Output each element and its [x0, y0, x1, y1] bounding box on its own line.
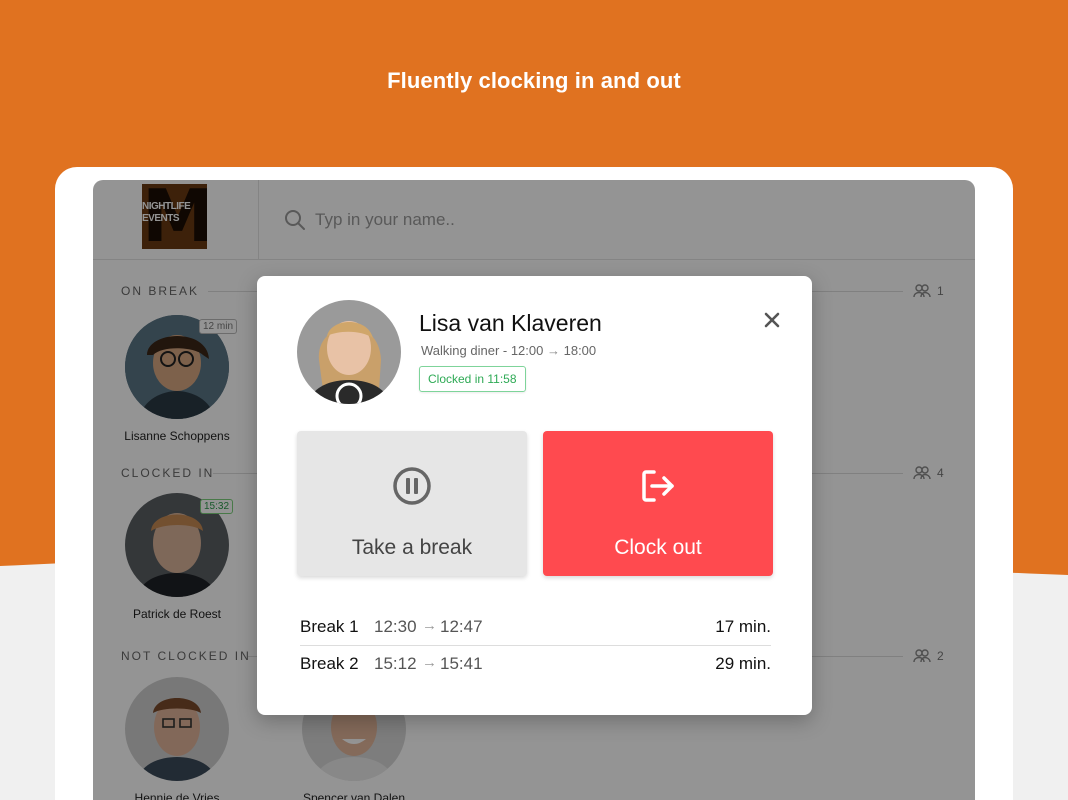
- close-icon[interactable]: [762, 310, 782, 330]
- arrow-right-icon: →: [546, 343, 560, 358]
- page-headline: Fluently clocking in and out: [387, 68, 681, 93]
- pause-icon: [393, 467, 431, 505]
- shift-start: Walking diner - 12:00: [421, 343, 544, 358]
- break-duration: 17 min.: [715, 617, 771, 636]
- shift-info: Walking diner - 12:00 → 18:00: [421, 343, 596, 358]
- clocked-in-status-badge: Clocked in 11:58: [419, 366, 526, 392]
- break-row: Break 1 12:30 → 12:47 17 min.: [300, 609, 771, 645]
- break-duration: 29 min.: [715, 654, 771, 673]
- employee-name: Lisa van Klaveren: [419, 310, 602, 336]
- employee-avatar: [297, 300, 401, 404]
- break-start: 12:30: [374, 617, 417, 636]
- take-break-button[interactable]: Take a break: [297, 431, 527, 576]
- sign-out-icon: [642, 470, 674, 502]
- employee-modal: Lisa van Klaveren Walking diner - 12:00 …: [257, 276, 812, 715]
- break-label: Break 2: [300, 654, 359, 673]
- break-end: 15:41: [440, 654, 483, 673]
- arrow-right-icon: →: [422, 654, 437, 671]
- clock-out-button[interactable]: Clock out: [543, 431, 773, 576]
- break-row: Break 2 15:12 → 15:41 29 min.: [300, 645, 771, 681]
- break-start: 15:12: [374, 654, 417, 673]
- take-break-label: Take a break: [351, 536, 473, 559]
- break-list: Break 1 12:30 → 12:47 17 min. Break 2 15…: [300, 609, 771, 681]
- clock-out-label: Clock out: [614, 536, 702, 559]
- shift-end: 18:00: [563, 343, 597, 358]
- break-end: 12:47: [440, 617, 483, 636]
- break-label: Break 1: [300, 617, 359, 636]
- arrow-right-icon: →: [422, 617, 437, 634]
